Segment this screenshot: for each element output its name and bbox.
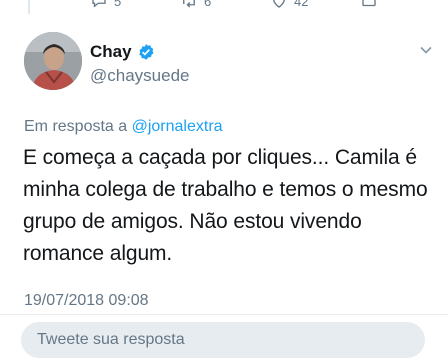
like-action[interactable]: 42 <box>270 0 308 10</box>
like-icon <box>273 0 285 8</box>
share-action[interactable] <box>360 0 378 10</box>
chevron-down-icon[interactable] <box>418 42 434 58</box>
reply-mention-link[interactable]: @jornalextra <box>132 118 223 135</box>
reply-context: Em resposta a @jornalextra <box>24 118 223 136</box>
reply-action[interactable]: 5 <box>90 0 121 10</box>
retweet-action[interactable]: 6 <box>180 0 211 10</box>
verified-badge-icon <box>138 44 154 60</box>
thread-line <box>28 0 30 14</box>
reply-input[interactable] <box>35 330 409 350</box>
share-icon <box>362 0 376 7</box>
retweet-count: 6 <box>204 0 212 9</box>
author-name-row: Chay <box>90 42 155 62</box>
tweet-header: Chay @chaysuede <box>24 32 434 94</box>
author-name[interactable]: Chay <box>90 42 132 62</box>
avatar[interactable] <box>24 32 82 90</box>
reply-box[interactable] <box>21 322 425 358</box>
author-handle[interactable]: @chaysuede <box>90 66 190 86</box>
reply-count: 5 <box>114 0 122 9</box>
divider <box>0 314 448 315</box>
like-count: 42 <box>294 0 309 9</box>
reply-icon <box>92 0 106 8</box>
tweet-text: E começa a caçada por cliques... Camila … <box>23 146 428 265</box>
previous-tweet-actions: 5 6 42 <box>0 0 448 14</box>
retweet-icon <box>183 0 195 8</box>
reply-prefix: Em resposta a <box>24 118 132 135</box>
tweet-timestamp[interactable]: 19/07/2018 09:08 <box>24 292 149 310</box>
